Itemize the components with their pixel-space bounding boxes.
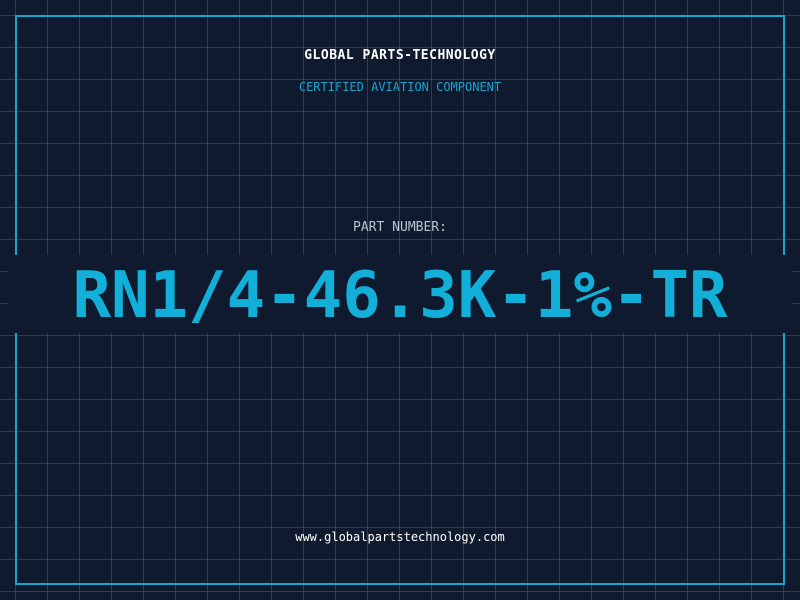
part-number-label: PART NUMBER: <box>353 220 447 235</box>
company-name: GLOBAL PARTS-TECHNOLOGY <box>304 48 496 63</box>
part-number-value: RN1/4-46.3K-1%-TR <box>72 259 728 333</box>
tagline: CERTIFIED AVIATION COMPONENT <box>298 80 502 94</box>
website-url: www.globalpartstechnology.com <box>295 530 505 544</box>
label-canvas: GLOBAL PARTS-TECHNOLOGY CERTIFIED AVIATI… <box>0 0 800 600</box>
